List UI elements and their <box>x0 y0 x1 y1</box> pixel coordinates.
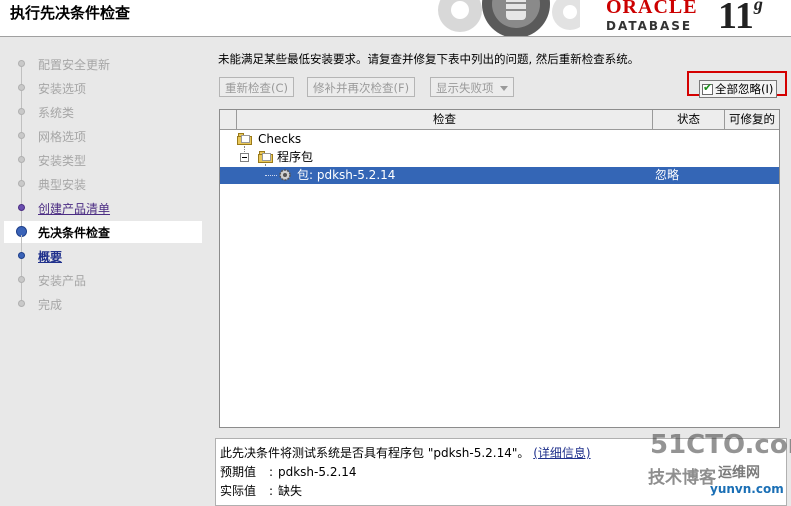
expected-value-row: 预期值: pdksh-5.2.14 <box>220 465 357 479</box>
site-watermark: 51CTO.com 技术博客 运维网 yunvn.com <box>648 430 791 496</box>
step-install-type: 安装类型 <box>4 139 202 171</box>
step-dot-icon <box>18 204 25 211</box>
step-grid-options: 网格选项 <box>4 115 202 147</box>
step-finish: 完成 <box>4 283 202 315</box>
checks-table: 检查 状态 可修复的 Checks 程序包 包: pdksh-5.2.14 忽略 <box>219 109 780 428</box>
step-summary[interactable]: 概要 <box>4 235 202 267</box>
step-config-security-updates: 配置安全更新 <box>4 53 202 75</box>
step-dot-icon <box>18 180 25 187</box>
actual-value-row: 实际值: 缺失 <box>220 484 303 498</box>
instruction-text: 未能满足某些最低安装要求。请复查并修复下表中列出的问题, 然后重新检查系统。 <box>218 52 640 66</box>
tree-row-checks[interactable]: Checks <box>220 131 779 148</box>
step-install-product: 安装产品 <box>4 259 202 291</box>
recheck-button[interactable]: 重新检查(C) <box>219 77 295 97</box>
step-dot-icon <box>18 84 25 91</box>
details-link[interactable]: (详细信息) <box>533 446 590 460</box>
header-spacer <box>220 110 237 129</box>
step-prerequisite-checks: 先决条件检查 <box>4 211 202 243</box>
column-header-check[interactable]: 检查 <box>237 110 653 129</box>
oracle-logo: ORACLE <box>606 0 698 18</box>
fix-and-check-button[interactable]: 修补并再次检查(F) <box>307 77 416 97</box>
wizard-step-list: 配置安全更新 安装选项 系统类 网格选项 安装类型 典型安装 创建产品清单 先决… <box>4 40 204 506</box>
folder-icon <box>237 133 252 145</box>
gear-icon <box>279 169 291 181</box>
step-dot-icon <box>18 300 25 307</box>
status-cell: 忽略 <box>655 168 680 182</box>
gears-graphic <box>438 0 580 36</box>
database-label: DATABASE <box>606 19 693 33</box>
column-header-status[interactable]: 状态 <box>653 110 725 129</box>
step-typical-install: 典型安装 <box>4 163 202 195</box>
header-divider <box>0 36 791 37</box>
folder-icon <box>258 151 273 163</box>
step-dot-icon <box>18 156 25 163</box>
page-title: 执行先决条件检查 <box>10 4 131 22</box>
ignore-all-highlight: ✔ 全部忽略(I) <box>687 71 787 98</box>
step-dot-icon <box>18 132 25 139</box>
show-failed-dropdown[interactable]: 显示失败项 <box>430 77 514 97</box>
step-create-inventory[interactable]: 创建产品清单 <box>4 187 202 219</box>
step-dot-icon <box>18 252 25 259</box>
tree-row-package-pdksh[interactable]: 包: pdksh-5.2.14 忽略 <box>220 167 779 184</box>
header-banner: 执行先决条件检查 ORACLE DATABASE 11g <box>0 0 791 36</box>
chevron-down-icon <box>499 86 508 91</box>
step-dot-icon <box>18 108 25 115</box>
table-header: 检查 状态 可修复的 <box>220 110 779 130</box>
ignore-all-checkbox[interactable]: ✔ 全部忽略(I) <box>699 80 778 98</box>
column-header-fixable[interactable]: 可修复的 <box>725 110 779 129</box>
step-dot-icon <box>18 276 25 283</box>
detail-description: 此先决条件将测试系统是否具有程序包 "pdksh-5.2.14"。 (详细信息) <box>220 446 591 460</box>
step-dot-icon <box>18 60 25 67</box>
checkbox-checked-icon[interactable]: ✔ <box>702 81 713 95</box>
collapse-icon[interactable] <box>240 153 249 162</box>
step-system-class: 系统类 <box>4 91 202 123</box>
tree-row-packages[interactable]: 程序包 <box>220 149 779 166</box>
step-install-options: 安装选项 <box>4 67 202 99</box>
version-logo: 11g <box>718 0 763 36</box>
